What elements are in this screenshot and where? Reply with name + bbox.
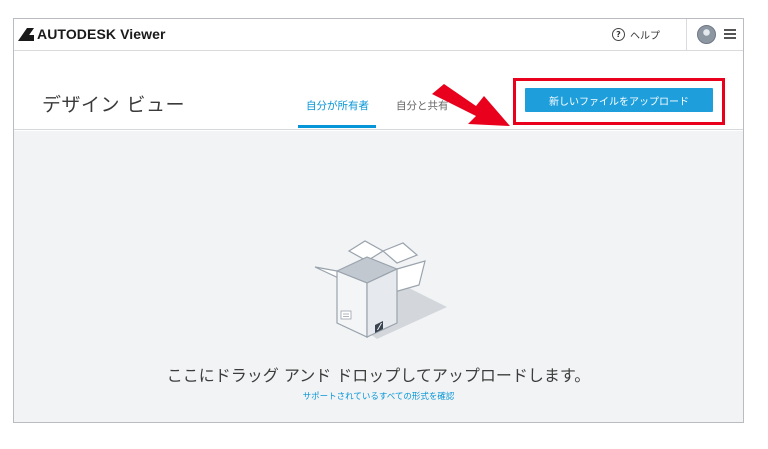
- autodesk-logo[interactable]: AUTODESK Viewer: [18, 26, 166, 42]
- help-label: ヘルプ: [630, 31, 660, 42]
- autodesk-logo-icon: [18, 27, 34, 41]
- help-button[interactable]: ? ヘルプ: [612, 27, 660, 42]
- upload-new-file-button[interactable]: 新しいファイルをアップロード: [525, 88, 713, 112]
- drop-instruction: ここにドラッグ アンド ドロップしてアップロードします。: [166, 366, 591, 385]
- top-bar: AUTODESK Viewer ? ヘルプ: [14, 19, 743, 51]
- page-title: デザイン ビュー: [42, 94, 186, 116]
- tab-owned-by-me[interactable]: 自分が所有者: [306, 98, 369, 113]
- user-avatar[interactable]: [697, 25, 716, 44]
- page-header: デザイン ビュー 自分が所有者 自分と共有 新しいファイルをアップロード: [14, 52, 743, 130]
- brand-name: AUTODESK Viewer: [37, 26, 166, 42]
- open-box-icon: [314, 240, 447, 339]
- topbar-divider: [686, 19, 687, 51]
- drop-zone[interactable]: ここにドラッグ アンド ドロップしてアップロードします。 サポートされているすべ…: [14, 131, 743, 422]
- red-arrow-annotation-icon: [432, 84, 510, 126]
- app-window: AUTODESK Viewer ? ヘルプ デザイン ビュー 自分が所有者 自分…: [13, 18, 744, 423]
- question-circle-icon: ?: [612, 28, 625, 41]
- active-tab-indicator: [298, 125, 376, 128]
- supported-formats-link[interactable]: サポートされているすべての形式を確認: [14, 390, 743, 402]
- hamburger-icon[interactable]: [724, 29, 736, 39]
